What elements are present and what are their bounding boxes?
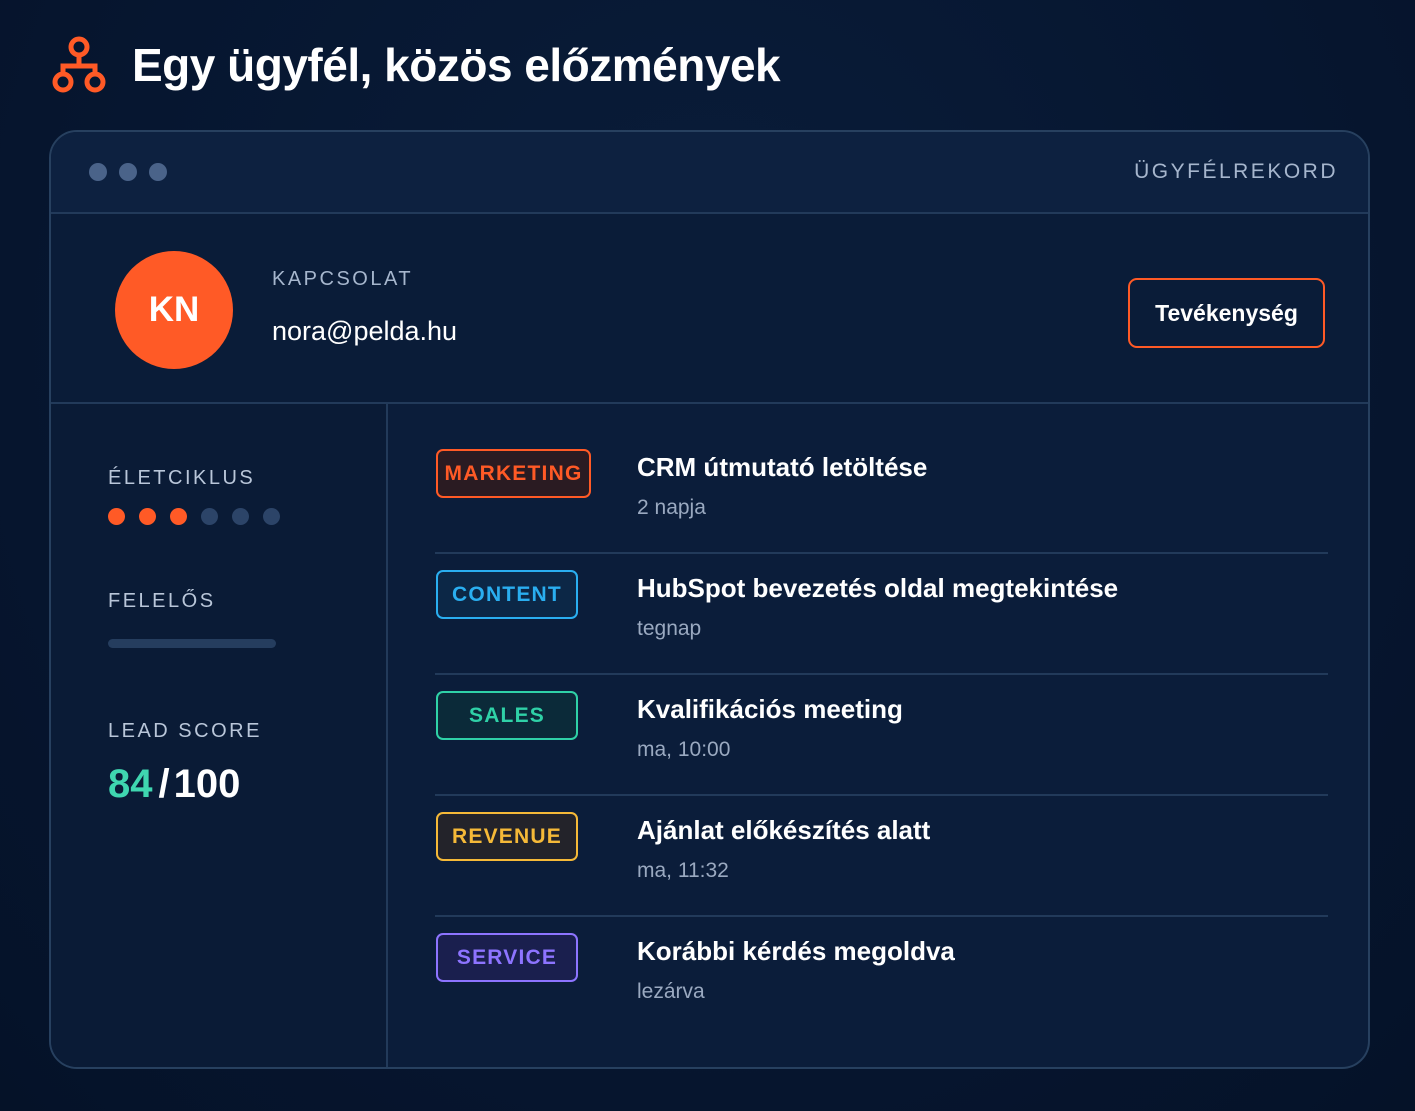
- lifecycle-label: ÉLETCIKLUS: [108, 467, 256, 489]
- lifecycle-dot-pending: [201, 508, 218, 525]
- activity-tag-marketing: MARKETING: [436, 449, 591, 498]
- activity-time: tegnap: [637, 617, 702, 640]
- lifecycle-dot-pending: [232, 508, 249, 525]
- lead-score-separator: /: [158, 762, 170, 806]
- customer-record-window: ÜGYFÉLREKORD KN KAPCSOLAT nora@pelda.hu …: [49, 130, 1370, 1069]
- activity-item[interactable]: SALES Kvalifikációs meeting ma, 10:00: [435, 675, 1328, 796]
- lead-score-value: 84: [108, 762, 153, 806]
- window-title: ÜGYFÉLREKORD: [1134, 160, 1338, 183]
- activity-title: CRM útmutató letöltése: [637, 452, 928, 482]
- activity-time: lezárva: [637, 980, 705, 1003]
- activity-button[interactable]: Tevékenység: [1128, 278, 1325, 348]
- org-chart-icon: [52, 36, 106, 93]
- activity-item[interactable]: SERVICE Korábbi kérdés megoldva lezárva: [435, 917, 1328, 1038]
- activity-time: ma, 10:00: [637, 738, 731, 761]
- lifecycle-dot-pending: [263, 508, 280, 525]
- activity-item[interactable]: CONTENT HubSpot bevezetés oldal megtekint…: [435, 554, 1328, 675]
- lifecycle-dot-complete: [139, 508, 156, 525]
- lead-score-max: 100: [173, 762, 241, 806]
- window-controls: [89, 163, 167, 181]
- contact-email: nora@pelda.hu: [272, 316, 458, 346]
- sidebar: ÉLETCIKLUS FELELŐS LEAD SCORE 84/100: [51, 404, 388, 1067]
- activity-tag-content: CONTENT: [436, 570, 578, 619]
- window-titlebar: ÜGYFÉLREKORD: [51, 132, 1368, 214]
- activity-tag-revenue: REVENUE: [436, 812, 578, 861]
- lifecycle-dot-complete: [108, 508, 125, 525]
- contact-label: KAPCSOLAT: [272, 268, 414, 290]
- avatar: KN: [115, 251, 233, 369]
- activity-title: Kvalifikációs meeting: [637, 694, 903, 724]
- window-dot[interactable]: [119, 163, 137, 181]
- activity-title: Ajánlat előkészítés alatt: [637, 815, 931, 845]
- activity-time: ma, 11:32: [637, 859, 729, 882]
- activity-title: HubSpot bevezetés oldal megtekintése: [637, 573, 1119, 603]
- activity-timeline: MARKETING CRM útmutató letöltése 2 napja CO…: [435, 433, 1328, 1038]
- page-header: Egy ügyfél, közös előzmények: [52, 34, 781, 96]
- page-title: Egy ügyfél, közös előzmények: [132, 39, 781, 91]
- owner-placeholder-bar: [108, 639, 276, 648]
- activity-item[interactable]: MARKETING CRM útmutató letöltése 2 napja: [435, 433, 1328, 554]
- activity-item[interactable]: REVENUE Ajánlat előkészítés alatt ma, 11:3…: [435, 796, 1328, 917]
- activity-time: 2 napja: [637, 496, 706, 519]
- lifecycle-dot-complete: [170, 508, 187, 525]
- lead-score: 84/100: [108, 762, 240, 807]
- contact-header: KN KAPCSOLAT nora@pelda.hu Tevékenység: [51, 214, 1368, 404]
- lifecycle-progress: [108, 508, 280, 525]
- activity-title: Korábbi kérdés megoldva: [637, 936, 955, 966]
- activity-tag-service: SERVICE: [436, 933, 578, 982]
- window-dot[interactable]: [149, 163, 167, 181]
- record-body: ÉLETCIKLUS FELELŐS LEAD SCORE 84/100 MAR…: [51, 404, 1368, 1067]
- lead-score-label: LEAD SCORE: [108, 720, 262, 742]
- activity-tag-sales: SALES: [436, 691, 578, 740]
- owner-label: FELELŐS: [108, 590, 216, 612]
- window-dot[interactable]: [89, 163, 107, 181]
